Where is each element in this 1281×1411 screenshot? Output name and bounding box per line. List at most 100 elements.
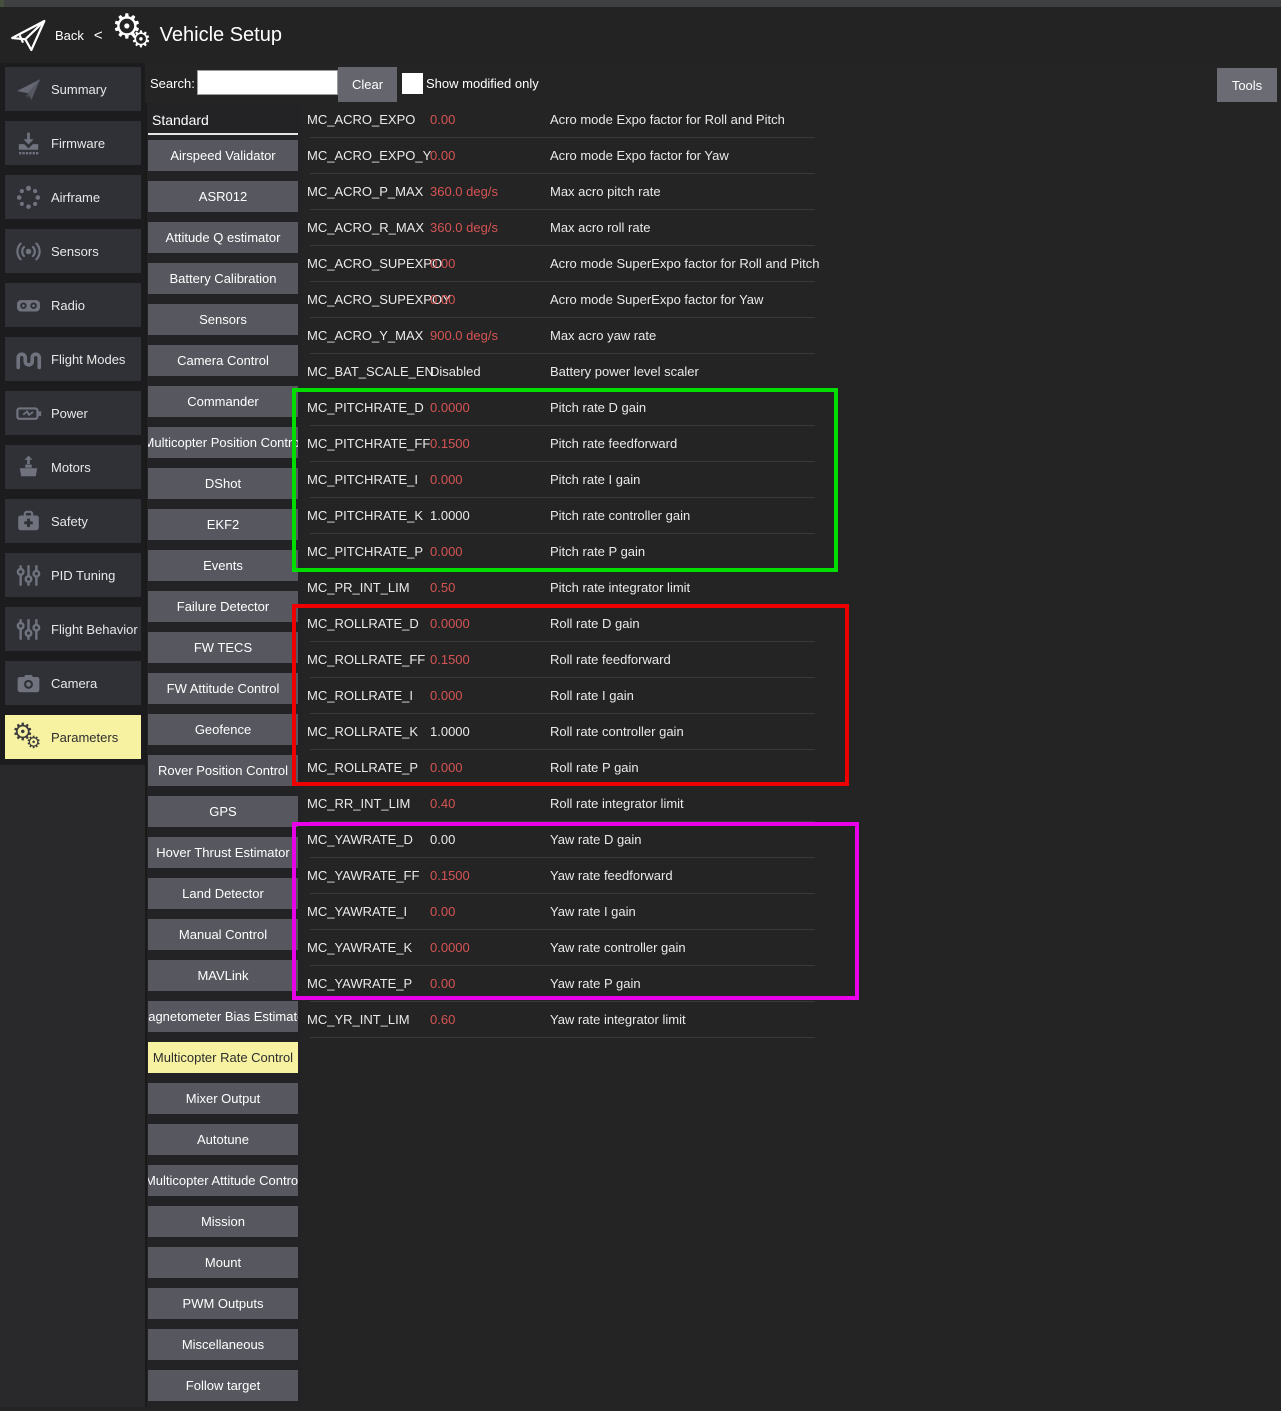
param-row-mc-acro-r-max[interactable]: MC_ACRO_R_MAX360.0 deg/sMax acro roll ra… (300, 210, 817, 246)
param-row-mc-acro-expo[interactable]: MC_ACRO_EXPO0.00Acro mode Expo factor fo… (300, 102, 817, 138)
param-value[interactable]: 0.0000 (430, 616, 470, 631)
param-row-mc-rr-int-lim[interactable]: MC_RR_INT_LIM0.40Roll rate integrator li… (300, 786, 817, 822)
param-value[interactable]: 0.00 (430, 148, 455, 163)
sidebar-item-camera[interactable]: Camera (5, 661, 141, 705)
sidebar-item-safety[interactable]: Safety (5, 499, 141, 543)
group-button-autotune[interactable]: Autotune (148, 1124, 298, 1155)
search-input[interactable] (197, 70, 338, 95)
sidebar-item-firmware[interactable]: Firmware (5, 121, 141, 165)
param-value[interactable]: 900.0 deg/s (430, 328, 498, 343)
group-button-commander[interactable]: Commander (148, 386, 298, 417)
group-button-ekf2[interactable]: EKF2 (148, 509, 298, 540)
param-value[interactable]: 0.1500 (430, 436, 470, 451)
param-value[interactable]: 0.60 (430, 1012, 455, 1027)
param-row-mc-pitchrate-k[interactable]: MC_PITCHRATE_K1.0000Pitch rate controlle… (300, 498, 817, 534)
param-row-mc-pr-int-lim[interactable]: MC_PR_INT_LIM0.50Pitch rate integrator l… (300, 570, 817, 606)
group-header-standard[interactable]: Standard (152, 112, 209, 128)
group-button-mount[interactable]: Mount (148, 1247, 298, 1278)
param-value[interactable]: 0.1500 (430, 868, 470, 883)
param-value[interactable]: 0.0000 (430, 400, 470, 415)
param-value[interactable]: 0.00 (430, 832, 455, 847)
sidebar-item-summary[interactable]: Summary (5, 67, 141, 111)
group-button-mavlink[interactable]: MAVLink (148, 960, 298, 991)
sidebar-item-parameters[interactable]: ⚙⚙Parameters (5, 715, 141, 759)
param-row-mc-acro-supexpoy[interactable]: MC_ACRO_SUPEXPOY0.00Acro mode SuperExpo … (300, 282, 817, 318)
param-value[interactable]: 360.0 deg/s (430, 184, 498, 199)
param-value[interactable]: 0.0000 (430, 940, 470, 955)
group-button-attitude-q-estimator[interactable]: Attitude Q estimator (148, 222, 298, 253)
param-value[interactable]: 0.000 (430, 760, 463, 775)
param-value[interactable]: 0.00 (430, 112, 455, 127)
param-row-mc-pitchrate-d[interactable]: MC_PITCHRATE_D0.0000Pitch rate D gain (300, 390, 817, 426)
clear-button[interactable]: Clear (338, 67, 397, 102)
group-button-hover-thrust-estimator[interactable]: Hover Thrust Estimator (148, 837, 298, 868)
param-row-mc-pitchrate-i[interactable]: MC_PITCHRATE_I0.000Pitch rate I gain (300, 462, 817, 498)
sidebar-item-power[interactable]: Power (5, 391, 141, 435)
param-value[interactable]: 0.00 (430, 976, 455, 991)
param-value[interactable]: 0.50 (430, 580, 455, 595)
param-value[interactable]: 0.00 (430, 904, 455, 919)
group-button-camera-control[interactable]: Camera Control (148, 345, 298, 376)
param-row-mc-acro-p-max[interactable]: MC_ACRO_P_MAX360.0 deg/sMax acro pitch r… (300, 174, 817, 210)
sidebar-item-sensors[interactable]: Sensors (5, 229, 141, 273)
group-button-geofence[interactable]: Geofence (148, 714, 298, 745)
group-button-battery-calibration[interactable]: Battery Calibration (148, 263, 298, 294)
param-row-mc-yawrate-i[interactable]: MC_YAWRATE_I0.00Yaw rate I gain (300, 894, 817, 930)
group-button-pwm-outputs[interactable]: PWM Outputs (148, 1288, 298, 1319)
param-value[interactable]: 1.0000 (430, 508, 470, 523)
sidebar-item-radio[interactable]: Radio (5, 283, 141, 327)
group-button-failure-detector[interactable]: Failure Detector (148, 591, 298, 622)
param-row-mc-rollrate-d[interactable]: MC_ROLLRATE_D0.0000Roll rate D gain (300, 606, 817, 642)
sidebar-item-motors[interactable]: Motors (5, 445, 141, 489)
group-button-mixer-output[interactable]: Mixer Output (148, 1083, 298, 1114)
group-button-events[interactable]: Events (148, 550, 298, 581)
param-row-mc-acro-supexpo[interactable]: MC_ACRO_SUPEXPO0.00Acro mode SuperExpo f… (300, 246, 817, 282)
param-row-mc-rollrate-p[interactable]: MC_ROLLRATE_P0.000Roll rate P gain (300, 750, 817, 786)
group-button-land-detector[interactable]: Land Detector (148, 878, 298, 909)
param-value[interactable]: 0.40 (430, 796, 455, 811)
param-value[interactable]: 0.000 (430, 544, 463, 559)
group-button-fw-attitude-control[interactable]: FW Attitude Control (148, 673, 298, 704)
sidebar-item-pid-tuning[interactable]: PID Tuning (5, 553, 141, 597)
group-button-sensors[interactable]: Sensors (148, 304, 298, 335)
param-value[interactable]: 360.0 deg/s (430, 220, 498, 235)
param-row-mc-bat-scale-en[interactable]: MC_BAT_SCALE_ENDisabledBattery power lev… (300, 354, 817, 390)
param-row-mc-rollrate-ff[interactable]: MC_ROLLRATE_FF0.1500Roll rate feedforwar… (300, 642, 817, 678)
param-row-mc-pitchrate-p[interactable]: MC_PITCHRATE_P0.000Pitch rate P gain (300, 534, 817, 570)
group-button-manual-control[interactable]: Manual Control (148, 919, 298, 950)
sidebar-item-flight-modes[interactable]: Flight Modes (5, 337, 141, 381)
group-button-airspeed-validator[interactable]: Airspeed Validator (148, 140, 298, 171)
group-button-miscellaneous[interactable]: Miscellaneous (148, 1329, 298, 1360)
param-row-mc-rollrate-i[interactable]: MC_ROLLRATE_I0.000Roll rate I gain (300, 678, 817, 714)
param-row-mc-acro-expo-y[interactable]: MC_ACRO_EXPO_Y0.00Acro mode Expo factor … (300, 138, 817, 174)
group-button-mission[interactable]: Mission (148, 1206, 298, 1237)
back-button[interactable]: Back (55, 28, 84, 43)
param-value[interactable]: 1.0000 (430, 724, 470, 739)
show-modified-checkbox[interactable] (402, 73, 423, 94)
group-button-magnetometer-bias-estimator[interactable]: Magnetometer Bias Estimator (148, 1001, 298, 1032)
param-value[interactable]: 0.00 (430, 292, 455, 307)
param-value[interactable]: Disabled (430, 364, 481, 379)
sidebar-item-flight-behavior[interactable]: Flight Behavior (5, 607, 141, 651)
group-button-rover-position-control[interactable]: Rover Position Control (148, 755, 298, 786)
param-value[interactable]: 0.00 (430, 256, 455, 271)
tools-button[interactable]: Tools (1217, 68, 1277, 102)
group-button-multicopter-position-control[interactable]: Multicopter Position Control (148, 427, 298, 458)
param-row-mc-pitchrate-ff[interactable]: MC_PITCHRATE_FF0.1500Pitch rate feedforw… (300, 426, 817, 462)
param-row-mc-yawrate-k[interactable]: MC_YAWRATE_K0.0000Yaw rate controller ga… (300, 930, 817, 966)
param-value[interactable]: 0.000 (430, 472, 463, 487)
param-value[interactable]: 0.000 (430, 688, 463, 703)
param-row-mc-yawrate-p[interactable]: MC_YAWRATE_P0.00Yaw rate P gain (300, 966, 817, 1002)
group-button-multicopter-rate-control[interactable]: Multicopter Rate Control (148, 1042, 298, 1073)
param-row-mc-yawrate-ff[interactable]: MC_YAWRATE_FF0.1500Yaw rate feedforward (300, 858, 817, 894)
param-row-mc-rollrate-k[interactable]: MC_ROLLRATE_K1.0000Roll rate controller … (300, 714, 817, 750)
param-row-mc-yr-int-lim[interactable]: MC_YR_INT_LIM0.60Yaw rate integrator lim… (300, 1002, 817, 1038)
group-button-gps[interactable]: GPS (148, 796, 298, 827)
group-button-dshot[interactable]: DShot (148, 468, 298, 499)
group-button-asr012[interactable]: ASR012 (148, 181, 298, 212)
group-button-fw-tecs[interactable]: FW TECS (148, 632, 298, 663)
group-button-multicopter-attitude-control[interactable]: Multicopter Attitude Control (148, 1165, 298, 1196)
param-row-mc-yawrate-d[interactable]: MC_YAWRATE_D0.00Yaw rate D gain (300, 822, 817, 858)
param-row-mc-acro-y-max[interactable]: MC_ACRO_Y_MAX900.0 deg/sMax acro yaw rat… (300, 318, 817, 354)
group-button-follow-target[interactable]: Follow target (148, 1370, 298, 1401)
